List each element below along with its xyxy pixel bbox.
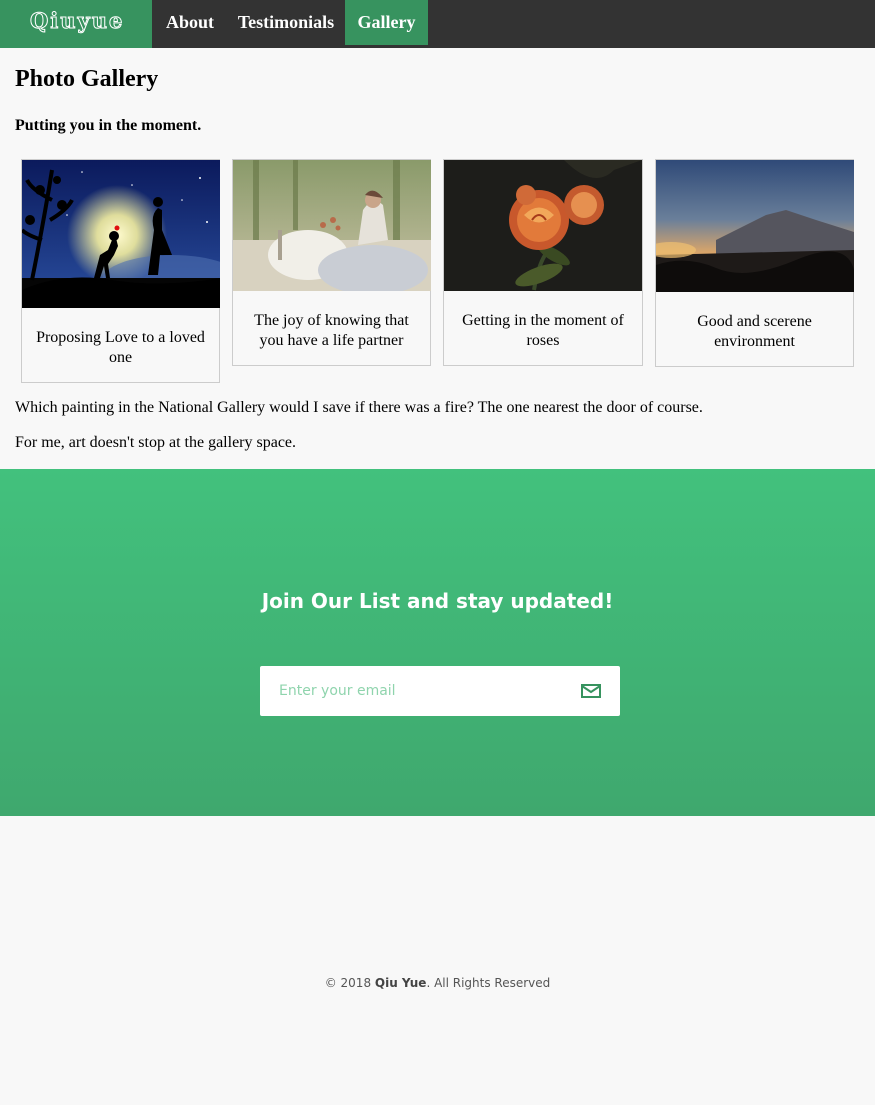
gallery-card: The joy of knowing that you have a life …	[232, 159, 431, 366]
gallery-card: Getting in the moment of roses	[443, 159, 643, 366]
footer-copyright: © 2018 Qiu Yue. All Rights Reserved	[0, 976, 875, 990]
nav-item-gallery[interactable]: Gallery	[345, 0, 428, 45]
mail-icon[interactable]	[580, 681, 602, 701]
newsletter-title: Join Our List and stay updated!	[261, 589, 614, 613]
gallery-image-proposal[interactable]	[22, 160, 220, 308]
gallery-image-bride[interactable]	[233, 160, 431, 291]
gallery-card: Proposing Love to a loved one	[21, 159, 220, 383]
gallery-caption: Proposing Love to a loved one	[36, 329, 205, 366]
body-paragraph: For me, art doesn't stop at the gallery …	[15, 434, 297, 451]
gallery-card: Good and scerene environment	[655, 159, 854, 367]
nav-item-about[interactable]: About	[152, 0, 228, 45]
gallery-caption: The joy of knowing that you have a life …	[254, 312, 409, 349]
gallery-image-roses[interactable]	[444, 160, 642, 291]
logo[interactable]: Qiuyue	[0, 0, 152, 48]
logo-text: Qiuyue	[29, 8, 125, 34]
page-subtitle: Putting you in the moment.	[15, 117, 202, 134]
newsletter-section: Join Our List and stay updated!	[0, 469, 875, 816]
gallery-image-mountain[interactable]	[656, 160, 854, 292]
gallery-caption: Good and scerene environment	[697, 313, 812, 350]
email-input[interactable]	[260, 666, 560, 716]
top-nav: Qiuyue About Testimonials Gallery	[0, 0, 875, 48]
footer-prefix: © 2018	[324, 976, 375, 990]
footer-suffix: . All Rights Reserved	[426, 976, 551, 990]
nav-item-testimonials[interactable]: Testimonials	[228, 0, 344, 45]
page-title: Photo Gallery	[15, 66, 159, 92]
newsletter-form	[260, 666, 620, 716]
gallery-caption: Getting in the moment of roses	[462, 312, 624, 349]
footer-brand: Qiu Yue	[374, 976, 427, 990]
body-paragraph: Which painting in the National Gallery w…	[15, 399, 703, 416]
